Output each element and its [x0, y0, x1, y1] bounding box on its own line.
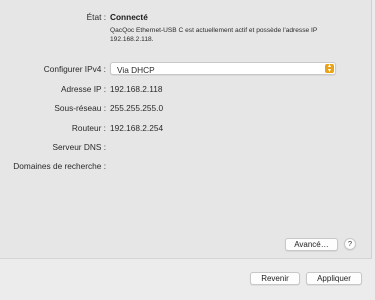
configure-ipv4-select[interactable]: Via DHCP ▴ ▾: [110, 62, 336, 75]
subnet-label: Sous-réseau :: [54, 103, 106, 113]
apply-button[interactable]: Appliquer: [306, 272, 362, 285]
dns-server-label: Serveur DNS :: [52, 142, 106, 152]
configure-ipv4-label: Configurer IPv4 :: [43, 64, 106, 74]
panel-divider: [0, 258, 372, 259]
advanced-button[interactable]: Avancé…: [285, 238, 338, 251]
chevron-updown-icon: ▴ ▾: [325, 63, 334, 73]
ip-address-label: Adresse IP :: [60, 84, 106, 94]
status-description: QacQoc Ethernet-USB C est actuellement a…: [110, 27, 318, 44]
panel-border: [371, 0, 372, 258]
ip-address-value: 192.168.2.118: [110, 84, 163, 94]
search-domains-label: Domaines de recherche :: [13, 161, 106, 171]
status-label: État :: [86, 12, 106, 22]
help-button[interactable]: ?: [344, 238, 356, 250]
configure-ipv4-selected: Via DHCP: [117, 64, 155, 75]
router-value: 192.168.2.254: [110, 123, 164, 133]
revert-button[interactable]: Revenir: [250, 272, 300, 285]
router-label: Routeur :: [71, 123, 106, 133]
subnet-value: 255.255.255.0: [110, 103, 164, 113]
status-value: Connecté: [110, 12, 148, 22]
